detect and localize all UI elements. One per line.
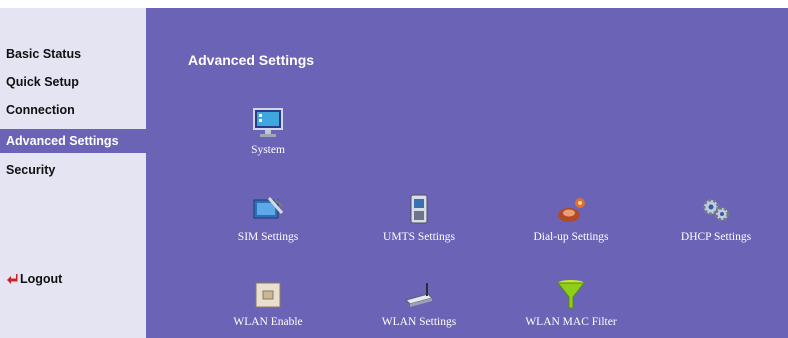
phone-icon	[410, 194, 428, 224]
tile-dhcp-settings[interactable]: DHCP Settings	[646, 193, 786, 243]
page-title: Advanced Settings	[188, 52, 315, 68]
tile-wlan-settings[interactable]: WLAN Settings	[349, 278, 489, 328]
sidebar-item-connection[interactable]: Connection	[0, 98, 146, 122]
tile-label: WLAN Enable	[233, 316, 303, 328]
sidebar-item-security[interactable]: Security	[0, 158, 146, 182]
funnel-icon	[556, 280, 586, 309]
tile-label: WLAN Settings	[381, 316, 457, 328]
logout-arrow-icon	[7, 274, 18, 284]
logout-label: Logout	[20, 272, 63, 286]
tile-label: System	[251, 144, 285, 156]
dialup-icon	[558, 198, 585, 222]
sidebar-item-advanced-settings[interactable]: Advanced Settings	[0, 129, 146, 153]
tile-wlan-mac-filter[interactable]: WLAN MAC Filter	[501, 278, 641, 328]
tile-label: DHCP Settings	[680, 231, 752, 243]
gears-icon	[702, 198, 730, 222]
logout-link[interactable]: Logout	[6, 272, 62, 286]
sim-card-icon	[253, 197, 284, 219]
tile-label: SIM Settings	[237, 231, 299, 243]
tile-sim-settings[interactable]: SIM Settings	[198, 193, 338, 243]
tile-dialup-settings[interactable]: Dial-up Settings	[501, 193, 641, 243]
tile-wlan-enable[interactable]: WLAN Enable	[198, 278, 338, 328]
main-panel: Advanced Settings System SIM Settings UM	[146, 8, 788, 338]
tile-label: UMTS Settings	[383, 231, 455, 243]
tile-umts-settings[interactable]: UMTS Settings	[349, 193, 489, 243]
tile-label: WLAN MAC Filter	[525, 316, 617, 328]
tile-label: Dial-up Settings	[533, 231, 609, 243]
router-icon	[405, 283, 433, 307]
sidebar: Basic Status Quick Setup Connection Adva…	[0, 8, 146, 338]
monitor-icon	[253, 108, 283, 137]
switch-icon	[255, 282, 281, 308]
sidebar-item-quick-setup[interactable]: Quick Setup	[0, 70, 146, 94]
tile-system[interactable]: System	[198, 106, 338, 156]
sidebar-item-basic-status[interactable]: Basic Status	[0, 42, 146, 66]
